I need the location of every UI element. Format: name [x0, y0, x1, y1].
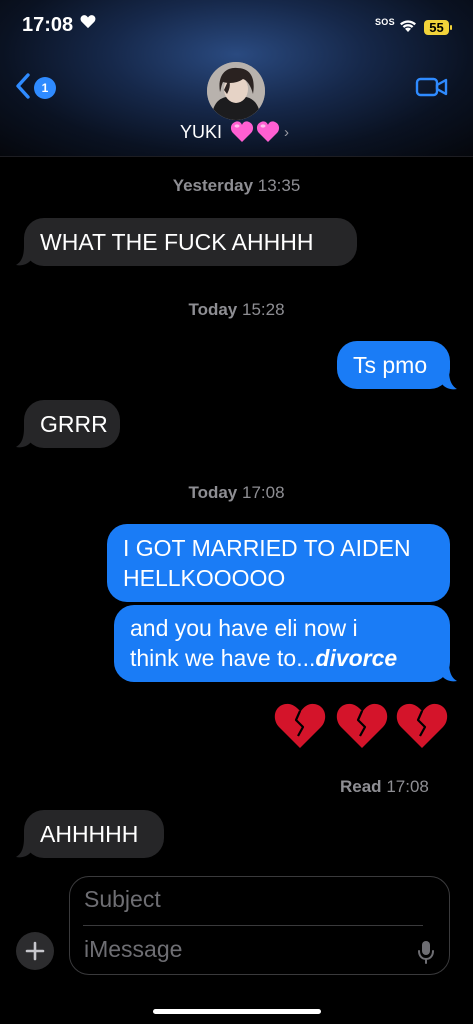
- subject-field[interactable]: Subject: [84, 886, 161, 913]
- received-message[interactable]: WHAT THE FUCK AHHHH: [24, 218, 357, 266]
- emphasized-word: divorce: [315, 645, 398, 671]
- unread-badge[interactable]: 1: [34, 77, 56, 99]
- message-text: think we have to...: [130, 645, 316, 671]
- read-time: 17:08: [386, 777, 429, 796]
- dictation-button[interactable]: [417, 940, 435, 969]
- broken-heart-icon: [336, 703, 388, 748]
- chevron-right-icon[interactable]: ›: [284, 124, 289, 141]
- sent-message[interactable]: I GOT MARRIED TO AIDEN HELLKOOOOO: [107, 524, 450, 602]
- pink-heart-icon: [256, 121, 280, 142]
- received-message[interactable]: GRRR: [24, 400, 120, 448]
- video-camera-icon: [415, 77, 448, 97]
- emoji-message[interactable]: [274, 700, 450, 757]
- sos-indicator: SOS: [375, 17, 395, 27]
- message-line: I GOT MARRIED TO AIDEN: [123, 535, 411, 561]
- status-time: 17:08: [22, 14, 74, 36]
- bubble-tail: [16, 838, 31, 858]
- imessage-field[interactable]: iMessage: [84, 936, 182, 963]
- bubble-tail: [16, 246, 31, 266]
- battery-level: 55: [429, 20, 444, 35]
- sent-message[interactable]: Ts pmo: [337, 341, 450, 389]
- composer-divider: [83, 925, 423, 926]
- message-line: and you have eli now i: [130, 615, 358, 641]
- microphone-icon: [418, 941, 434, 964]
- plus-icon: [25, 941, 45, 961]
- facetime-video-button[interactable]: [415, 76, 449, 98]
- heart-icon: [80, 14, 96, 34]
- timestamp-day: Yesterday: [172, 176, 254, 195]
- contact-emoji: [230, 119, 282, 150]
- timestamp: Today 17:08: [0, 483, 473, 503]
- timestamp: Today 15:28: [0, 300, 473, 320]
- read-label: Read: [340, 777, 382, 796]
- timestamp-time: 13:35: [257, 176, 301, 195]
- bubble-tail: [442, 662, 457, 682]
- sent-message[interactable]: and you have eli now i think we have to.…: [114, 605, 450, 682]
- timestamp-time: 17:08: [242, 483, 285, 502]
- contact-name[interactable]: YUKI: [180, 122, 222, 143]
- timestamp-time: 15:28: [242, 300, 285, 319]
- read-receipt: Read 17:08: [340, 777, 429, 797]
- back-chevron-icon: [16, 73, 30, 99]
- bubble-tail: [16, 428, 31, 448]
- timestamp-day: Today: [188, 483, 238, 502]
- battery-nub: [450, 25, 452, 30]
- timestamp: Yesterday 13:35: [0, 176, 473, 196]
- pink-heart-icon: [230, 121, 254, 142]
- broken-heart-icon: [396, 703, 448, 748]
- wifi-icon: [398, 18, 418, 38]
- received-message[interactable]: AHHHHH: [24, 810, 164, 858]
- apps-plus-button[interactable]: [16, 932, 54, 970]
- contact-avatar[interactable]: [207, 62, 265, 120]
- home-indicator[interactable]: [153, 1009, 321, 1014]
- message-line: HELLKOOOOO: [123, 565, 286, 591]
- header-divider: [0, 156, 473, 157]
- message-line-with-emphasis: think we have to...divorce: [130, 643, 434, 673]
- timestamp-day: Today: [188, 300, 238, 319]
- broken-heart-icon: [274, 703, 326, 748]
- bubble-tail: [442, 370, 457, 390]
